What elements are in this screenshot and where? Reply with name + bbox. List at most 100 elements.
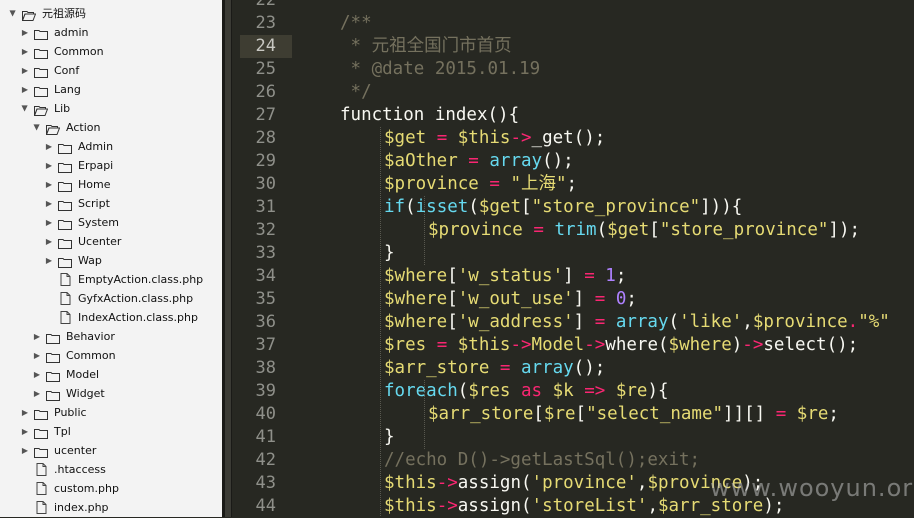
line-number: 24: [255, 36, 276, 56]
collapse-arrow-icon[interactable]: ▶: [4, 9, 23, 19]
code-token: ();: [826, 335, 859, 355]
code-token: ->: [436, 496, 458, 516]
code-token: $aOther: [384, 151, 458, 171]
expand-arrow-icon[interactable]: ▶: [44, 213, 54, 232]
tree-file-item[interactable]: .htaccess: [0, 460, 222, 479]
line-number: 26: [255, 82, 276, 102]
expand-arrow-icon[interactable]: ▶: [20, 80, 30, 99]
folder-icon: [58, 179, 72, 192]
code-token: foreach: [384, 381, 458, 401]
code-token: 'province': [531, 473, 637, 493]
code-token: ->: [742, 335, 764, 355]
expand-arrow-icon[interactable]: ▶: [20, 422, 30, 441]
expand-arrow-icon[interactable]: ▶: [44, 251, 54, 270]
tree-folder-item[interactable]: ▶ Conf: [0, 61, 222, 80]
line-number: 38: [255, 358, 276, 378]
code-token: }: [384, 243, 395, 263]
line-number: 27: [255, 105, 276, 125]
code-line: * @date 2015.01.19: [340, 58, 541, 81]
code-line: $province = "上海";: [384, 173, 577, 196]
expand-arrow-icon[interactable]: ▶: [20, 403, 30, 422]
expand-arrow-icon[interactable]: ▶: [20, 23, 30, 42]
folder-icon: [58, 236, 72, 249]
tree-file-item[interactable]: GyfxAction.class.php: [0, 289, 222, 308]
tree-folder-item[interactable]: ▶ Common: [0, 42, 222, 61]
expand-arrow-icon[interactable]: ▶: [32, 327, 42, 346]
tree-folder-item[interactable]: ▶ Common: [0, 346, 222, 365]
collapse-arrow-icon[interactable]: ▶: [16, 104, 35, 114]
code-token: ,: [647, 496, 658, 516]
code-token: 'like': [679, 312, 743, 332]
code-editor[interactable]: /** * 元祖全国门市首页 * @date 2015.01.19 */ func…: [300, 0, 914, 517]
expand-arrow-icon[interactable]: ▶: [32, 346, 42, 365]
code-token: =: [489, 358, 521, 378]
code-token: ,: [742, 312, 753, 332]
code-token: $where: [384, 266, 448, 286]
code-token: where: [605, 335, 658, 355]
line-number: 33: [255, 243, 276, 263]
expand-arrow-icon[interactable]: ▶: [20, 42, 30, 61]
tree-file-item[interactable]: index.php: [0, 498, 222, 517]
code-token: "select_name": [586, 404, 724, 424]
tree-folder-item[interactable]: ▶ Tpl: [0, 422, 222, 441]
folder-icon: [34, 445, 48, 458]
line-number: 44: [255, 496, 276, 516]
code-token: $get: [478, 197, 522, 217]
collapse-arrow-icon[interactable]: ▶: [28, 123, 47, 133]
code-token: .: [847, 312, 859, 332]
code-token: if: [384, 197, 406, 217]
tree-folder-item[interactable]: ▶ Lib: [0, 99, 222, 118]
tree-folder-item[interactable]: ▶ Ucenter: [0, 232, 222, 251]
code-token: =: [426, 335, 458, 355]
tree-item-label: Model: [66, 368, 100, 381]
tree-folder-item[interactable]: ▶ ucenter: [0, 441, 222, 460]
code-token: */: [340, 82, 372, 102]
tree-folder-item[interactable]: ▶ Erpapi: [0, 156, 222, 175]
tree-folder-item[interactable]: ▶ 元祖源码: [0, 4, 222, 23]
expand-arrow-icon[interactable]: ▶: [20, 61, 30, 80]
line-number: 41: [255, 427, 276, 447]
folder-icon: [34, 65, 48, 78]
code-token: ();: [542, 151, 574, 171]
tree-folder-item[interactable]: ▶ System: [0, 213, 222, 232]
tree-folder-item[interactable]: ▶ Wap: [0, 251, 222, 270]
code-token: 'w_status': [457, 266, 564, 286]
tree-folder-item[interactable]: ▶ Widget: [0, 384, 222, 403]
code-token: "上海": [510, 174, 567, 194]
tree-file-item[interactable]: EmptyAction.class.php: [0, 270, 222, 289]
code-token: trim: [554, 220, 597, 240]
tree-folder-item[interactable]: ▶ Action: [0, 118, 222, 137]
tree-folder-item[interactable]: ▶ admin: [0, 23, 222, 42]
folder-icon: [34, 27, 48, 40]
tree-folder-item[interactable]: ▶ Script: [0, 194, 222, 213]
tree-folder-item[interactable]: ▶ Home: [0, 175, 222, 194]
expand-arrow-icon[interactable]: ▶: [44, 156, 54, 175]
tree-folder-item[interactable]: ▶ Admin: [0, 137, 222, 156]
code-token: $this: [384, 496, 437, 516]
tree-item-label: GyfxAction.class.php: [78, 292, 194, 305]
tree-file-item[interactable]: custom.php: [0, 479, 222, 498]
code-line: }: [384, 242, 395, 265]
expand-arrow-icon[interactable]: ▶: [32, 365, 42, 384]
folder-icon: [58, 141, 72, 154]
code-token: $get: [607, 220, 650, 240]
tree-folder-item[interactable]: ▶ Lang: [0, 80, 222, 99]
line-number: 43: [255, 473, 276, 493]
expand-arrow-icon[interactable]: ▶: [32, 384, 42, 403]
tree-folder-item[interactable]: ▶ Public: [0, 403, 222, 422]
folder-icon: [58, 198, 72, 211]
code-token: 1: [605, 266, 616, 286]
tree-folder-item[interactable]: ▶ Behavior: [0, 327, 222, 346]
line-number: 22: [255, 0, 276, 10]
expand-arrow-icon[interactable]: ▶: [20, 441, 30, 460]
expand-arrow-icon[interactable]: ▶: [44, 194, 54, 213]
tree-item-label: Conf: [54, 64, 80, 77]
expand-arrow-icon[interactable]: ▶: [44, 137, 54, 156]
expand-arrow-icon[interactable]: ▶: [44, 175, 54, 194]
tree-folder-item[interactable]: ▶ Model: [0, 365, 222, 384]
code-token: =: [478, 174, 511, 194]
expand-arrow-icon[interactable]: ▶: [44, 232, 54, 251]
tree-item-label: Erpapi: [78, 159, 114, 172]
sidebar-scrollbar[interactable]: [225, 0, 231, 517]
tree-file-item[interactable]: IndexAction.class.php: [0, 308, 222, 327]
